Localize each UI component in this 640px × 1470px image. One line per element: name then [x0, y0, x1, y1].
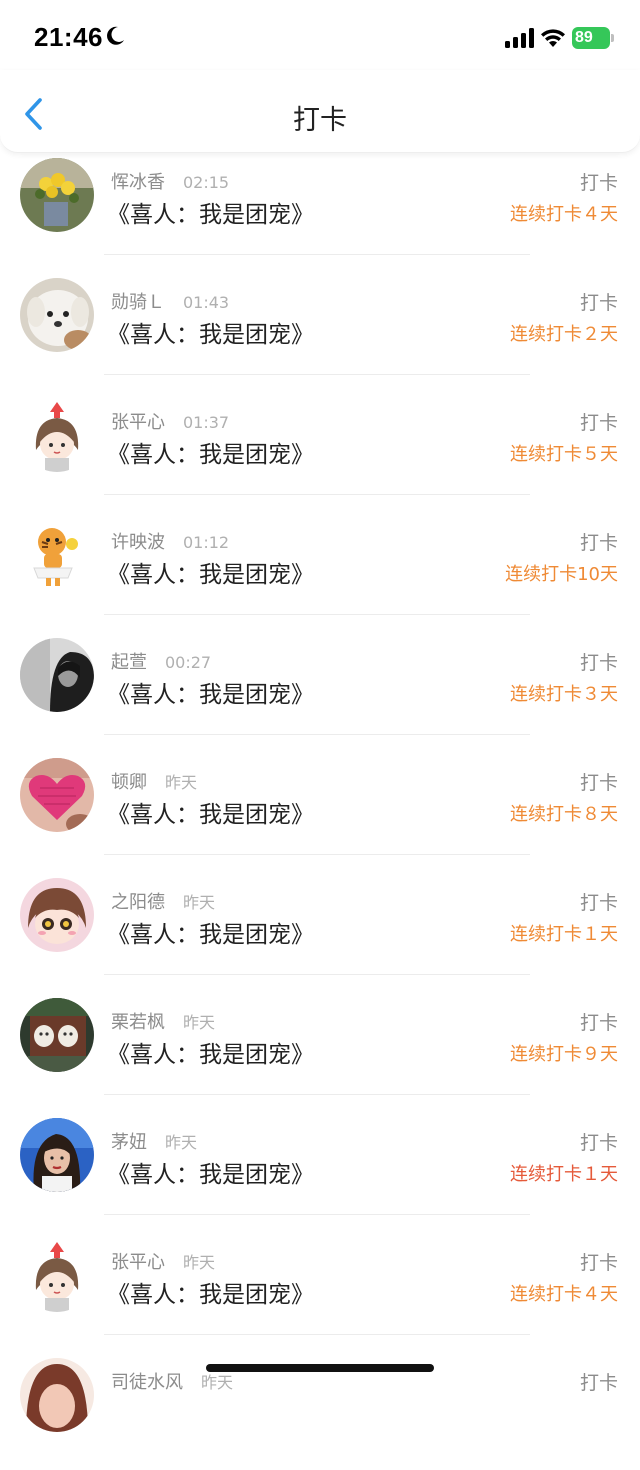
streak-label: 连续打卡２天	[510, 324, 618, 345]
streak-label: 连续打卡３天	[510, 684, 618, 705]
checkin-list: 恽冰香 02:15 《喜人：我是团宠》 打卡 连续打卡４天 勋骑Ｌ 01:43 《喜…	[0, 150, 640, 1470]
list-item[interactable]: 张平心 01:37 《喜人：我是团宠》 打卡 连续打卡５天	[0, 390, 640, 510]
action-label: 打卡	[579, 892, 618, 914]
checkin-time: 昨天	[165, 1133, 198, 1152]
action-label: 打卡	[579, 652, 618, 674]
list-item[interactable]: 恽冰香 02:15 《喜人：我是团宠》 打卡 连续打卡４天	[0, 150, 640, 270]
book-title: 《喜人：我是团宠》	[107, 1162, 314, 1188]
streak-label: 连续打卡４天	[510, 204, 618, 225]
page-title: 打卡	[293, 105, 347, 136]
book-title: 《喜人：我是团宠》	[107, 682, 314, 708]
divider	[104, 494, 530, 495]
divider	[104, 1214, 530, 1215]
book-title: 《喜人：我是团宠》	[107, 322, 314, 348]
checkin-time: 01:37	[183, 413, 230, 432]
user-name: 勋骑Ｌ 01:43	[111, 292, 230, 313]
avatar	[20, 878, 94, 952]
avatar	[20, 1118, 94, 1192]
book-title: 《喜人：我是团宠》	[107, 1042, 314, 1068]
user-name: 起萱 00:27	[111, 652, 212, 673]
cellular-signal-icon	[505, 28, 534, 48]
list-item[interactable]: 栗若枫 昨天 《喜人：我是团宠》 打卡 连续打卡９天	[0, 990, 640, 1110]
list-item[interactable]: 起萱 00:27 《喜人：我是团宠》 打卡 连续打卡３天	[0, 630, 640, 750]
divider	[104, 614, 530, 615]
divider	[104, 734, 530, 735]
divider	[104, 1334, 530, 1335]
home-indicator[interactable]	[206, 1364, 434, 1372]
book-title: 《喜人：我是团宠》	[107, 1282, 314, 1308]
avatar	[20, 158, 94, 232]
checkin-time: 02:15	[183, 173, 230, 192]
list-item[interactable]: 之阳德 昨天 《喜人：我是团宠》 打卡 连续打卡１天	[0, 870, 640, 990]
streak-label: 连续打卡５天	[510, 444, 618, 465]
battery-level: 89	[572, 27, 610, 49]
checkin-time: 昨天	[165, 773, 198, 792]
checkin-time: 昨天	[183, 893, 216, 912]
avatar	[20, 1238, 94, 1312]
streak-label: 连续打卡８天	[510, 804, 618, 825]
streak-label: 连续打卡10天	[505, 564, 618, 585]
status-time: 21:46	[34, 22, 103, 52]
checkin-time: 昨天	[183, 1013, 216, 1032]
checkin-time: 01:43	[183, 293, 230, 312]
checkin-time: 昨天	[201, 1373, 234, 1392]
action-label: 打卡	[579, 412, 618, 434]
divider	[104, 854, 530, 855]
moon-icon	[107, 26, 124, 45]
streak-label: 连续打卡４天	[510, 1284, 618, 1305]
book-title: 《喜人：我是团宠》	[107, 202, 314, 228]
streak-label: 连续打卡９天	[510, 1044, 618, 1065]
avatar	[20, 758, 94, 832]
action-label: 打卡	[579, 772, 618, 794]
book-title: 《喜人：我是团宠》	[107, 802, 314, 828]
checkin-time: 00:27	[165, 653, 212, 672]
book-title: 《喜人：我是团宠》	[107, 562, 314, 588]
user-name: 张平心 昨天	[111, 1252, 216, 1273]
streak-label: 连续打卡１天	[510, 924, 618, 945]
status-bar: 21:46 89	[0, 0, 640, 70]
wifi-icon	[541, 29, 565, 47]
avatar	[20, 518, 94, 592]
streak-label: 连续打卡１天	[510, 1164, 618, 1185]
action-label: 打卡	[579, 1012, 618, 1034]
user-name: 之阳德 昨天	[111, 892, 216, 913]
list-item[interactable]: 茅妞 昨天 《喜人：我是团宠》 打卡 连续打卡１天	[0, 1110, 640, 1230]
divider	[104, 374, 530, 375]
divider	[104, 1094, 530, 1095]
checkin-time: 01:12	[183, 533, 230, 552]
divider	[104, 254, 530, 255]
avatar	[20, 998, 94, 1072]
book-title: 《喜人：我是团宠》	[107, 442, 314, 468]
action-label: 打卡	[579, 292, 618, 314]
divider	[104, 974, 530, 975]
action-label: 打卡	[579, 1132, 618, 1154]
action-label: 打卡	[579, 1252, 618, 1274]
action-label: 打卡	[579, 172, 618, 194]
checkin-time: 昨天	[183, 1253, 216, 1272]
avatar	[20, 1358, 94, 1432]
nav-bar: 打卡	[0, 70, 640, 153]
list-item[interactable]: 顿卿 昨天 《喜人：我是团宠》 打卡 连续打卡８天	[0, 750, 640, 870]
avatar	[20, 638, 94, 712]
list-item[interactable]: 张平心 昨天 《喜人：我是团宠》 打卡 连续打卡４天	[0, 1230, 640, 1350]
action-label: 打卡	[579, 532, 618, 554]
avatar	[20, 398, 94, 472]
list-item[interactable]: 许映波 01:12 《喜人：我是团宠》 打卡 连续打卡10天	[0, 510, 640, 630]
user-name: 许映波 01:12	[111, 532, 230, 553]
user-name: 顿卿 昨天	[111, 772, 198, 793]
user-name: 张平心 01:37	[111, 412, 230, 433]
user-name: 茅妞 昨天	[111, 1132, 198, 1153]
action-label: 打卡	[579, 1372, 618, 1394]
book-title: 《喜人：我是团宠》	[107, 922, 314, 948]
user-name: 栗若枫 昨天	[111, 1012, 216, 1033]
avatar	[20, 278, 94, 352]
battery-icon: 89	[572, 27, 616, 49]
user-name: 恽冰香 02:15	[111, 172, 230, 193]
list-item[interactable]: 勋骑Ｌ 01:43 《喜人：我是团宠》 打卡 连续打卡２天	[0, 270, 640, 390]
